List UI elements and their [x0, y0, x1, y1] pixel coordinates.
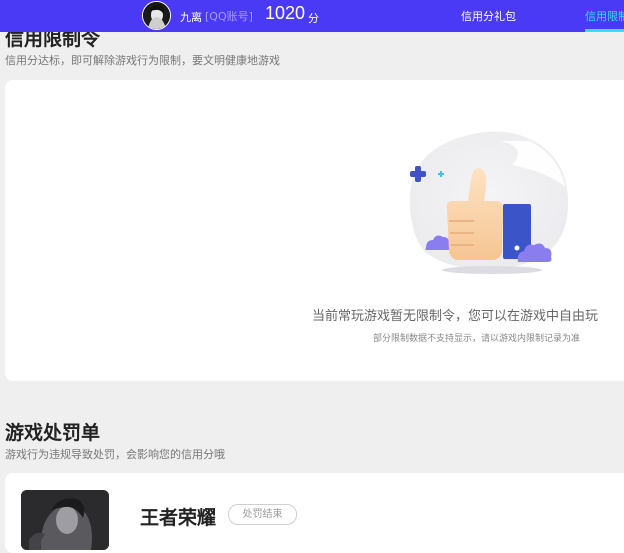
active-tab-indicator — [585, 29, 624, 32]
restriction-data-note: 部分限制数据不支持显示，请以游戏内限制记录为准 — [373, 334, 581, 344]
penalty-game-name: 王者荣耀 — [140, 507, 217, 529]
no-restriction-message: 当前常玩游戏暂无限制令，您可以在游戏中自由玩 — [312, 309, 599, 324]
nav-credit-gift[interactable]: 信用分礼包 — [461, 8, 516, 24]
restriction-section-subtitle: 信用分达标，即可解除游戏行为限制，要文明健康地游戏 — [5, 54, 280, 67]
username: 九离 — [180, 11, 202, 24]
nav-credit-restriction[interactable]: 信用限制 — [585, 8, 624, 24]
game-cover-image — [21, 490, 109, 550]
credit-score-value: 1020 — [265, 3, 306, 23]
penalty-section-title: 游戏处罚单 — [5, 422, 101, 444]
credit-score-unit: 分 — [308, 12, 319, 25]
account-type-label: [QQ账号] — [205, 10, 253, 23]
penalty-section-subtitle: 游戏行为违规导致处罚，会影响您的信用分哦 — [5, 448, 225, 461]
penalty-status-badge: 处罚结束 — [228, 504, 297, 525]
thumbs-up-illustration — [400, 127, 572, 277]
top-header-bar: 九离 [QQ账号] 1020 分 信用分礼包 信用限制 — [0, 0, 624, 32]
avatar[interactable] — [142, 1, 171, 30]
